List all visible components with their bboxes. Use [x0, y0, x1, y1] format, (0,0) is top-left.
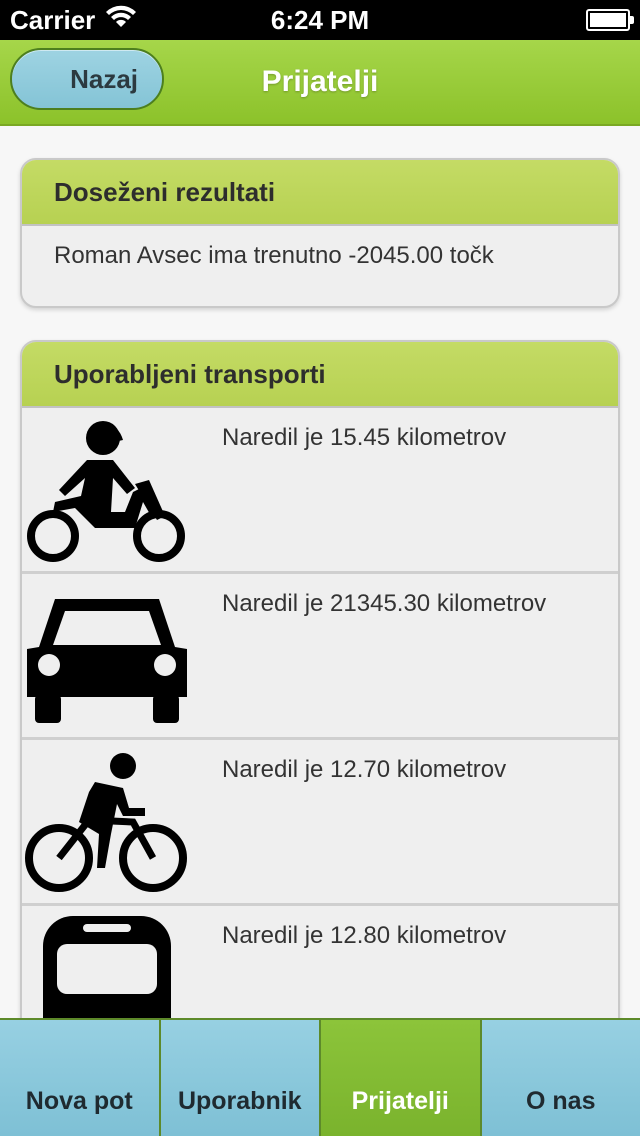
- results-card: Doseženi rezultati Roman Avsec ima trenu…: [20, 158, 620, 308]
- tab-o-nas[interactable]: O nas: [481, 1020, 640, 1136]
- status-bar: Carrier 6:24 PM: [0, 0, 640, 40]
- tab-nova-pot[interactable]: Nova pot: [0, 1020, 161, 1136]
- carrier-label: Carrier: [10, 4, 96, 35]
- battery-icon: [586, 9, 634, 31]
- transports-card: Uporabljeni transporti Naredil je 15.45 …: [20, 340, 620, 1020]
- transport-distance: Naredil je 15.45 kilometrov: [222, 424, 507, 451]
- transport-distance: Naredil je 21345.30 kilometrov: [222, 590, 547, 617]
- tab-bar: Nova pot Uporabnik Prijatelji O nas: [0, 1018, 640, 1136]
- back-button[interactable]: Nazaj: [10, 48, 164, 110]
- results-header: Doseženi rezultati: [22, 160, 618, 226]
- transport-row: Naredil je 12.80 kilometrov: [22, 906, 618, 1020]
- content-scroll[interactable]: Doseženi rezultati Roman Avsec ima trenu…: [0, 128, 640, 1020]
- bicycle-icon: [22, 740, 192, 906]
- transport-distance: Naredil je 12.80 kilometrov: [222, 922, 507, 949]
- results-text: Roman Avsec ima trenutno -2045.00 točk: [54, 242, 494, 269]
- wifi-icon: [105, 5, 137, 36]
- page-title: Prijatelji: [261, 65, 379, 98]
- tab-prijatelji[interactable]: Prijatelji: [321, 1020, 482, 1136]
- motorcycle-icon: [22, 408, 192, 574]
- tab-uporabnik[interactable]: Uporabnik: [160, 1020, 321, 1136]
- transport-row: Naredil je 21345.30 kilometrov: [22, 574, 618, 740]
- transport-row: Naredil je 12.70 kilometrov: [22, 740, 618, 906]
- transport-row: Naredil je 15.45 kilometrov: [22, 408, 618, 574]
- transport-distance: Naredil je 12.70 kilometrov: [222, 756, 507, 783]
- bus-icon: [22, 906, 192, 1020]
- transports-header: Uporabljeni transporti: [22, 342, 618, 408]
- status-left: Carrier: [10, 5, 137, 36]
- car-icon: [22, 574, 192, 740]
- nav-bar: Nazaj Prijatelji: [0, 40, 640, 126]
